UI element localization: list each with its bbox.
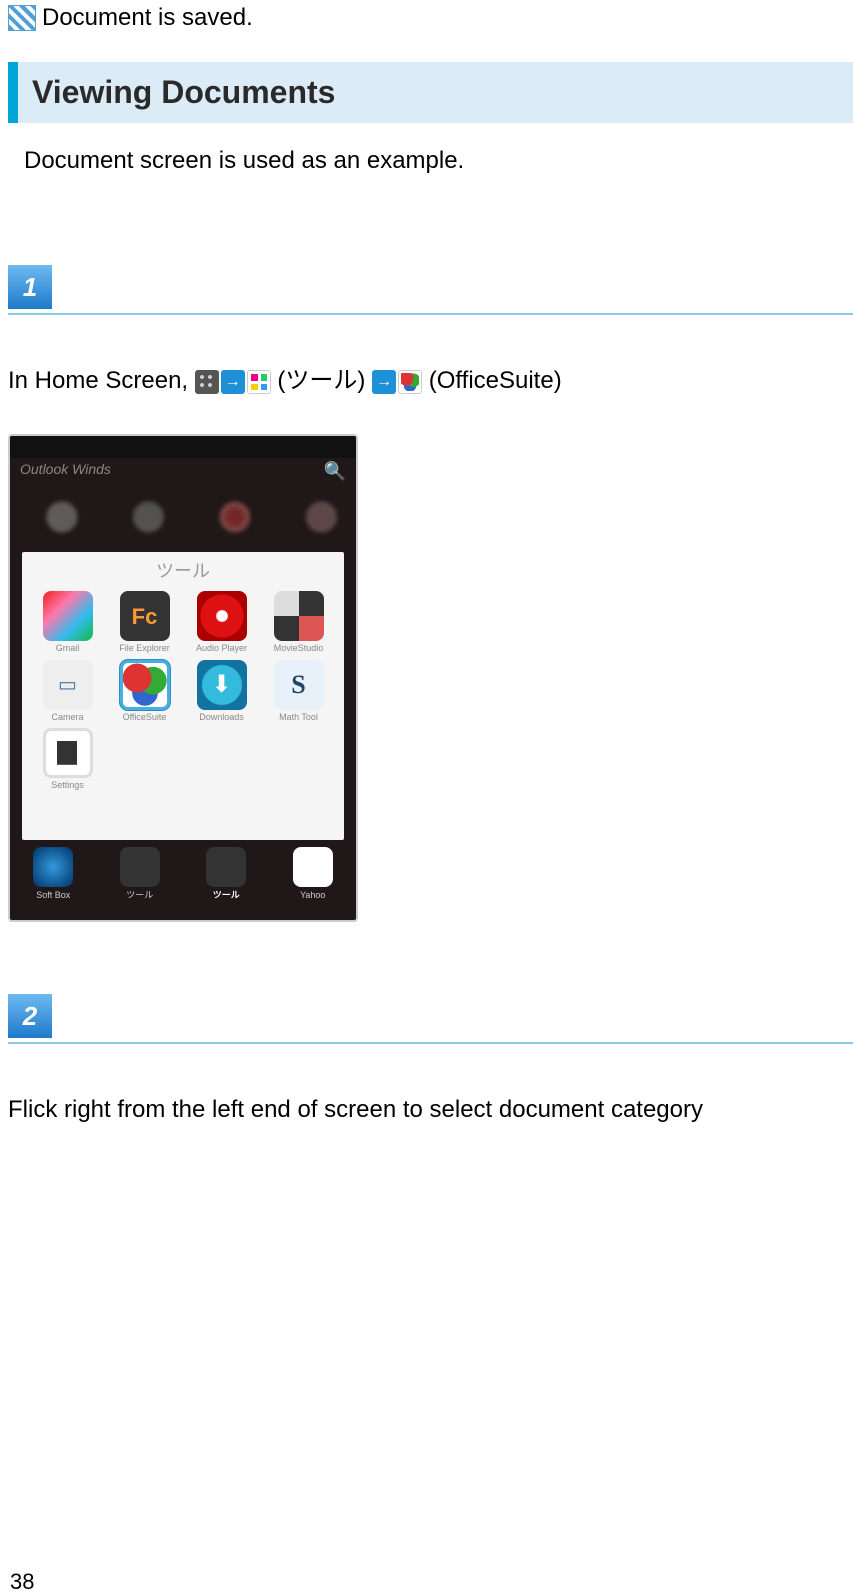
page-number: 38 [10, 1569, 34, 1595]
step2-text: Flick right from the left end of screen … [8, 1096, 703, 1123]
app-item: File Explorer [107, 591, 182, 656]
app-label: Gmail [56, 642, 80, 656]
phone-statusbar [10, 436, 356, 458]
arrow-right-icon [372, 370, 396, 394]
dock-label: Soft Box [36, 889, 70, 903]
phone-screenshot: Outlook Winds 🔍 ツール Gmail File Explorer … [8, 434, 358, 922]
saved-text: Document is saved. [42, 4, 253, 32]
phone-dock: Soft Box ツール ツール Yahoo [10, 840, 356, 910]
mathtool-icon [274, 660, 324, 710]
app-label: Settings [51, 779, 84, 793]
step-2-content: Flick right from the left end of screen … [8, 1044, 845, 1128]
step1-text-mid: (ツール) [277, 367, 365, 394]
phone-background-apps [10, 486, 356, 548]
step1-text-prefix: In Home Screen, [8, 367, 195, 394]
dock-item: ツール [120, 847, 160, 903]
dock-icon [33, 847, 73, 887]
tools-folder-icon [247, 370, 271, 394]
gmail-icon [43, 591, 93, 641]
app-item: Settings [30, 728, 105, 793]
audio-player-icon [197, 591, 247, 641]
popup-title: ツール [30, 558, 336, 591]
app-item: Audio Player [184, 591, 259, 656]
step-2: 2 Flick right from the left end of scree… [8, 994, 845, 1128]
dock-label: ツール [126, 889, 153, 903]
home-icon-sequence [195, 370, 271, 394]
search-icon: 🔍 [324, 458, 346, 485]
app-label: Camera [51, 711, 83, 725]
saved-status-line: Document is saved. [8, 0, 845, 62]
dock-icon [206, 847, 246, 887]
app-item: MovieStudio [261, 591, 336, 656]
phone-header-title: Outlook Winds [20, 459, 111, 480]
section-heading: Viewing Documents [8, 62, 853, 123]
dock-icon [120, 847, 160, 887]
dock-label: ツール [213, 889, 240, 903]
app-item: Math Tool [261, 660, 336, 725]
camera-icon [43, 660, 93, 710]
arrow-right-icon [221, 370, 245, 394]
step-number-icon: 1 [8, 265, 52, 309]
dock-icon [293, 847, 333, 887]
step-1-content: In Home Screen, (ツール) (OfficeSuite) Outl… [8, 315, 845, 922]
step-1: 1 In Home Screen, (ツール) (OfficeSuite) Ou… [8, 265, 845, 922]
dock-item: Soft Box [33, 847, 73, 903]
step1-text-suffix: (OfficeSuite) [429, 367, 562, 394]
app-label: File Explorer [119, 642, 170, 656]
app-label: Downloads [199, 711, 244, 725]
app-label: MovieStudio [274, 642, 324, 656]
app-item: Camera [30, 660, 105, 725]
file-explorer-icon [120, 591, 170, 641]
office-icon-sequence [372, 370, 422, 394]
app-label: OfficeSuite [123, 711, 167, 725]
app-item: OfficeSuite [107, 660, 182, 725]
tools-folder-popup: ツール Gmail File Explorer Audio Player Mov… [22, 552, 344, 840]
officesuite-icon [398, 370, 422, 394]
downloads-icon [197, 660, 247, 710]
app-item: Downloads [184, 660, 259, 725]
dock-item: Yahoo [293, 847, 333, 903]
settings-icon [43, 728, 93, 778]
saved-icon [8, 5, 36, 31]
app-item: Gmail [30, 591, 105, 656]
dock-item: ツール [206, 847, 246, 903]
app-label: Audio Player [196, 642, 247, 656]
apps-grid-icon [195, 370, 219, 394]
step-number-icon: 2 [8, 994, 52, 1038]
moviestudio-icon [274, 591, 324, 641]
dock-label: Yahoo [300, 889, 325, 903]
app-label: Math Tool [279, 711, 318, 725]
section-note: Document screen is used as an example. [8, 123, 845, 193]
officesuite-icon [120, 660, 170, 710]
